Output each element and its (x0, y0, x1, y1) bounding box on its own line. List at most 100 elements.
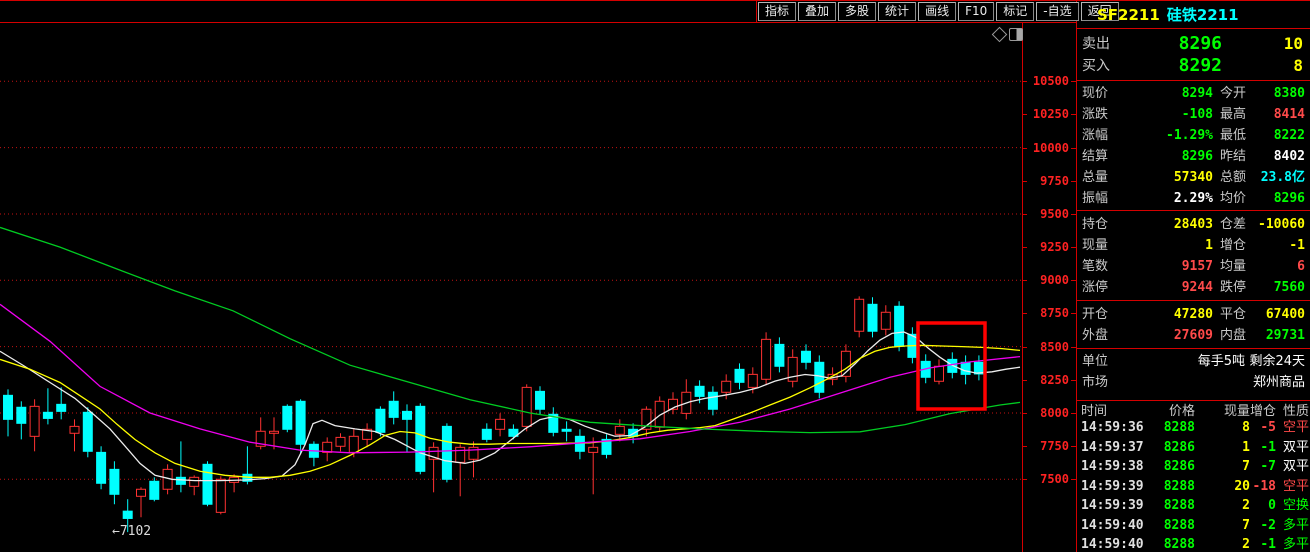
tape-delta: -1 (1247, 535, 1276, 552)
axis-tick (1071, 313, 1076, 314)
toolbar-button-7[interactable]: 标记 (996, 2, 1034, 21)
candle-body-down (403, 411, 412, 419)
candle-body-down (775, 344, 784, 366)
stat-label: 最高 (1220, 105, 1246, 125)
axis-tick (1071, 114, 1076, 115)
stat-label: 现量 (1082, 236, 1108, 256)
stat-value: 8296 (1113, 147, 1213, 167)
toolbar-button-4[interactable]: 统计 (878, 2, 916, 21)
toolbar-button-1[interactable]: 指标 (758, 2, 796, 21)
axis-tick (1022, 413, 1027, 414)
section-divider (1077, 28, 1310, 29)
candle-body-down (17, 407, 26, 423)
candle-body-down (4, 395, 13, 419)
candle-body-up (336, 437, 345, 446)
candlestick-chart[interactable] (0, 22, 1022, 552)
tape-row: 14:59:39828820空换 (1077, 496, 1310, 516)
axis-label-7750: 7750 (1023, 439, 1069, 453)
tape-delta: -7 (1247, 457, 1276, 477)
axis-tick (1022, 214, 1027, 215)
info-right: 剩余24天 (1197, 352, 1305, 372)
candle-body-down (961, 362, 970, 374)
stat-label: 现价 (1082, 84, 1108, 104)
stat-label: 跌停 (1220, 278, 1246, 298)
bidask-label: 买入 (1082, 56, 1110, 76)
axis-tick (1022, 446, 1027, 447)
stat-value: 8222 (1253, 126, 1305, 146)
tape-time: 14:59:38 (1081, 457, 1144, 477)
tape-price: 8288 (1137, 535, 1195, 552)
toolbar-button-5[interactable]: 画线 (918, 2, 956, 21)
quote-row: 外盘27609内盘29731 (1077, 326, 1310, 346)
stat-label: 涨幅 (1082, 126, 1108, 146)
stat-value: 8296 (1253, 189, 1305, 209)
stat-value: 67400 (1253, 305, 1305, 325)
stat-label: 增仓 (1220, 236, 1246, 256)
axis-tick (1071, 81, 1076, 82)
candle-body-down (83, 412, 92, 451)
axis-label-9500: 9500 (1023, 207, 1069, 221)
candle-body-down (868, 304, 877, 331)
toolbar-button-2[interactable]: 叠加 (798, 2, 836, 21)
candle-body-down (203, 464, 212, 504)
tape-volume: 20 (1205, 477, 1250, 497)
candle-body-down (296, 401, 305, 444)
stat-value: 1 (1113, 236, 1213, 256)
tape-delta: -18 (1247, 477, 1276, 497)
tape-nature: 多平 (1283, 535, 1309, 552)
candle-body-down (43, 412, 52, 418)
stat-value: -1 (1253, 236, 1305, 256)
stat-label: 振幅 (1082, 189, 1108, 209)
candle-body-down (389, 401, 398, 417)
candle-body-down (895, 306, 904, 346)
tape-row: 14:59:3682888-5空平 (1077, 418, 1310, 438)
low-price-annotation: ←7102 (112, 524, 151, 539)
candle-body-down (110, 469, 119, 494)
quote-row: 结算8296昨结8402 (1077, 147, 1310, 167)
ma-short-white (0, 332, 1020, 481)
stat-value: 8294 (1113, 84, 1213, 104)
candle-body-down (482, 429, 491, 439)
candle-body-down (536, 391, 545, 409)
axis-label-8500: 8500 (1023, 340, 1069, 354)
candle-body-down (695, 386, 704, 396)
candle-body-up (70, 426, 79, 433)
stat-value: -108 (1113, 105, 1213, 125)
candle-body-down (176, 477, 185, 484)
ma-longest-green (0, 227, 1020, 432)
axis-tick (1022, 479, 1027, 480)
tape-time: 14:59:37 (1081, 438, 1144, 458)
info-label: 市场 (1082, 373, 1108, 393)
axis-tick (1022, 114, 1027, 115)
bidask-qty: 10 (1237, 34, 1303, 54)
tape-time: 14:59:39 (1081, 496, 1144, 516)
bidask-qty: 8 (1237, 56, 1303, 76)
quote-row: 涨跌-108最高8414 (1077, 105, 1310, 125)
stat-value: 8402 (1253, 147, 1305, 167)
stat-label: 结算 (1082, 147, 1108, 167)
stat-value: -1.29% (1113, 126, 1213, 146)
candle-body-up (935, 366, 944, 381)
tape-row: 14:59:4082887-2多平 (1077, 516, 1310, 536)
axis-tick (1022, 313, 1027, 314)
section-divider (1077, 210, 1310, 211)
stat-value: 7560 (1253, 278, 1305, 298)
quote-row: 总量57340总额23.8亿 (1077, 168, 1310, 188)
stat-value: 29731 (1253, 326, 1305, 346)
quote-panel: 卖出829610买入82928现价8294今开8380涨跌-108最高8414涨… (1077, 0, 1310, 552)
toolbar-button-6[interactable]: F10 (958, 2, 994, 21)
tape-volume: 7 (1205, 457, 1250, 477)
panel-layout-icon[interactable] (1009, 28, 1023, 41)
stat-label: 平仓 (1220, 305, 1246, 325)
stat-label: 开仓 (1082, 305, 1108, 325)
toolbar-button-3[interactable]: 多股 (838, 2, 876, 21)
toolbar-left-divider (756, 1, 757, 22)
toolbar-button-8[interactable]: -自选 (1036, 2, 1078, 21)
stat-value: 23.8亿 (1253, 168, 1305, 188)
stat-label: 涨跌 (1082, 105, 1108, 125)
stat-value: 2.29% (1113, 189, 1213, 209)
tape-time: 14:59:40 (1081, 516, 1144, 536)
bidask-label: 卖出 (1082, 34, 1110, 54)
candle-body-up (722, 381, 731, 392)
tape-volume: 7 (1205, 516, 1250, 536)
